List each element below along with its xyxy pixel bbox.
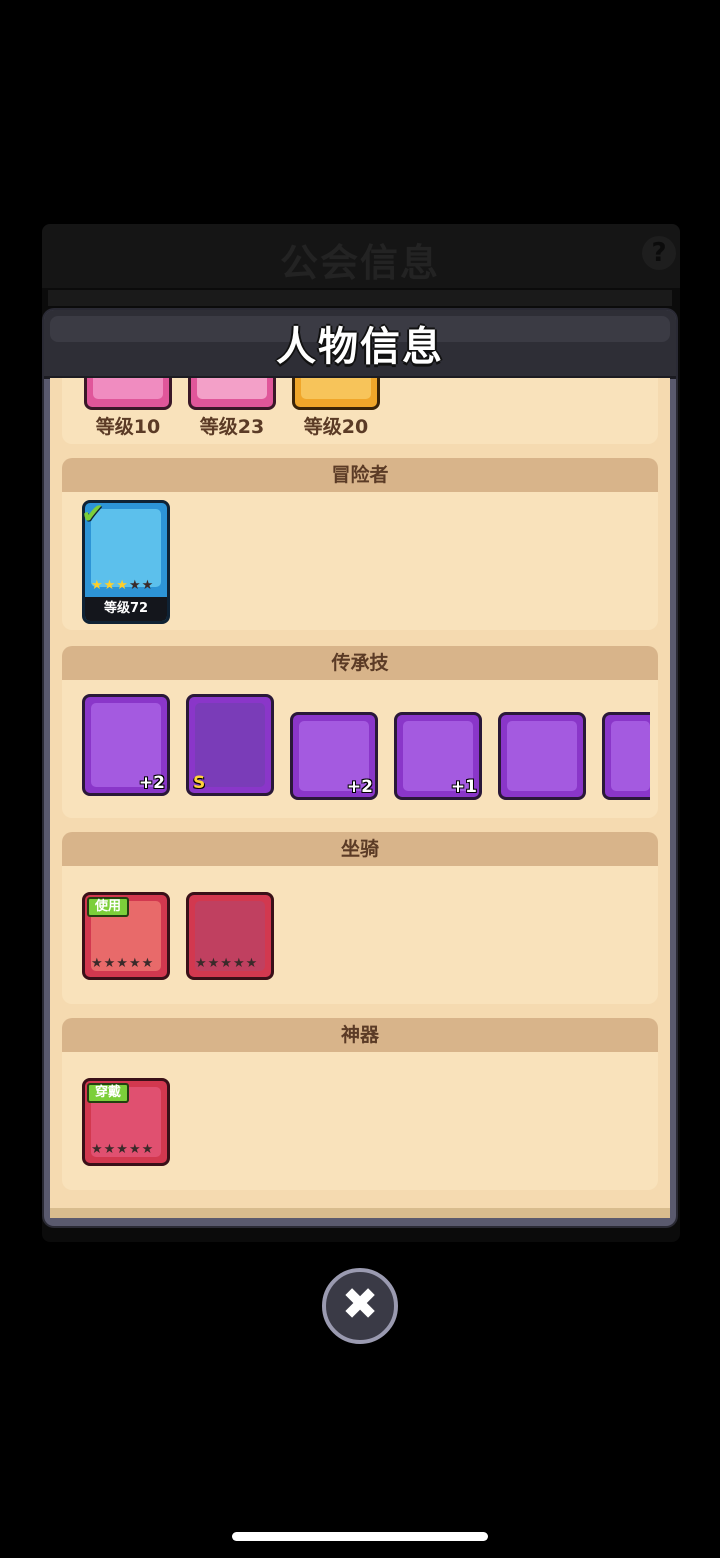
adventurer-card[interactable]: ★★★★★ 等级72 ✔ (81, 497, 170, 624)
artifact-card[interactable]: 穿戴 ★★★★★ (82, 1078, 170, 1166)
star-rating: ★★★★★ (195, 956, 259, 971)
skill-card[interactable] (602, 712, 650, 800)
skill-badge: +2 (138, 773, 165, 793)
skill-badge: +1 (450, 777, 477, 797)
skill-card[interactable]: S (186, 694, 274, 796)
dialog-title: 人物信息 (276, 324, 444, 370)
section-mounts: 坐骑 使用 ★★★★★ ★★★★★ (62, 832, 658, 1004)
question-icon: ? (642, 236, 676, 270)
background-strip (48, 290, 672, 306)
skill-card[interactable]: +1 (394, 712, 482, 800)
in-use-tag: 使用 (87, 897, 130, 917)
scroll-bottom-edge (50, 1208, 670, 1218)
section-title: 冒险者 (62, 458, 658, 492)
skill-card[interactable] (498, 712, 586, 800)
section-title: 传承技 (62, 646, 658, 680)
skill-grade: S (193, 773, 206, 793)
star-rating: ★★★★★ (91, 956, 155, 971)
skill-card[interactable]: +2 (290, 712, 378, 800)
item-level: 等级23 (199, 416, 265, 438)
item-level: 等级10 (95, 416, 161, 438)
item-level: 等级20 (303, 416, 369, 438)
item-card[interactable] (84, 378, 172, 410)
section-artifacts: 神器 穿戴 ★★★★★ (62, 1018, 658, 1190)
close-button[interactable]: ✖ (322, 1268, 398, 1344)
star-rating: ★★★★★ (91, 578, 155, 593)
skill-card[interactable]: +2 (82, 694, 170, 796)
close-icon: ✖ (341, 1279, 379, 1330)
section-legacy-skills: 传承技 +2 S +2 +1 (62, 646, 658, 818)
section-title: 神器 (62, 1018, 658, 1052)
equipped-tag: 穿戴 (87, 1083, 130, 1103)
item-card[interactable] (188, 378, 276, 410)
section-title: 坐骑 (62, 832, 658, 866)
check-icon: ✔ (81, 497, 105, 530)
section-adventurer: 冒险者 ★★★★★ 等级72 ✔ (62, 458, 658, 630)
mount-card[interactable]: ★★★★★ (186, 892, 274, 980)
home-indicator[interactable] (232, 1532, 488, 1541)
dialog-scroll-content[interactable]: 等级10 等级23 等级20 冒险者 ★★★★★ 等级72 ✔ 传承技 +2 S… (50, 378, 670, 1212)
item-card[interactable] (292, 378, 380, 410)
skill-badge: +2 (346, 777, 373, 797)
adventurer-level: 等级72 (85, 597, 167, 621)
background-guild-title: 公会信息 (279, 241, 440, 285)
section-top-partial: 等级10 等级23 等级20 (62, 378, 658, 444)
mount-card[interactable]: 使用 ★★★★★ (82, 892, 170, 980)
star-rating: ★★★★★ (91, 1142, 155, 1157)
